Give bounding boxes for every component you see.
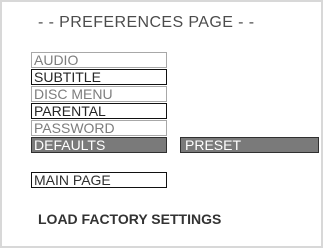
status-text: LOAD FACTORY SETTINGS: [38, 211, 222, 227]
preset-option[interactable]: PRESET: [180, 137, 319, 153]
menu-item-subtitle[interactable]: SUBTITLE: [31, 69, 167, 85]
menu-item-disc-menu[interactable]: DISC MENU: [31, 86, 167, 102]
menu-item-defaults[interactable]: DEFAULTS: [31, 137, 167, 153]
menu-item-password[interactable]: PASSWORD: [31, 120, 167, 136]
main-page-button[interactable]: MAIN PAGE: [31, 172, 167, 188]
dvd-preferences-screen: - - PREFERENCES PAGE - - AUDIO SUBTITLE …: [0, 0, 323, 248]
page-title: - - PREFERENCES PAGE - -: [38, 14, 255, 31]
preferences-menu: AUDIO SUBTITLE DISC MENU PARENTAL PASSWO…: [31, 52, 167, 154]
menu-item-audio[interactable]: AUDIO: [31, 52, 167, 68]
menu-item-parental[interactable]: PARENTAL: [31, 103, 167, 119]
